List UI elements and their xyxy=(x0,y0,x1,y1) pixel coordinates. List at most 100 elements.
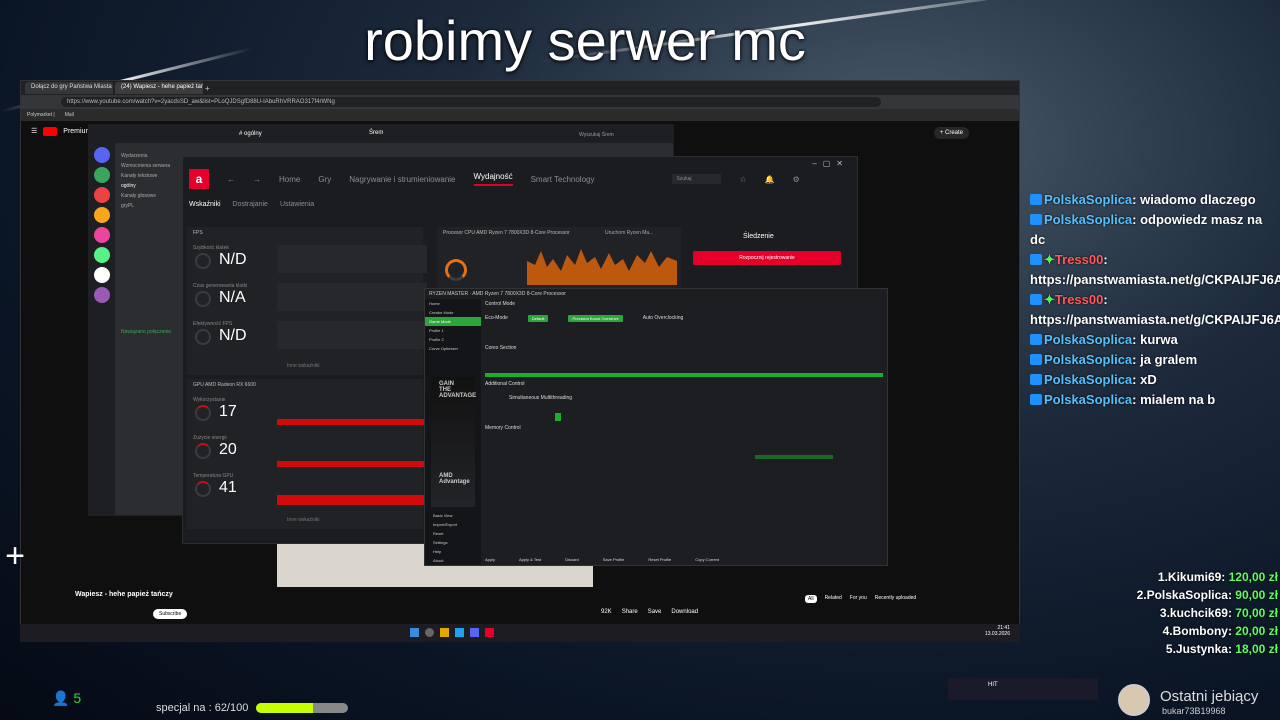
more-metrics-link[interactable]: Inne wskaźniki xyxy=(287,517,320,523)
sparkle-icon: ✦ xyxy=(1044,292,1055,307)
amd-advantage-ad[interactable]: GAIN THE ADVANTAGE AMD Advantage xyxy=(431,377,477,507)
ryzen-master-window: RYZEN MASTER · AMD Ryzen 7 7800X3D 8-Cor… xyxy=(424,288,888,566)
create-button[interactable]: + Create xyxy=(933,127,969,139)
copy-current-button[interactable]: Copy Current xyxy=(695,557,719,562)
adrenalin-search-input[interactable]: Szukaj xyxy=(672,174,722,184)
filter-chip[interactable]: Related xyxy=(825,595,842,603)
nav-recording[interactable]: Nagrywanie i strumieniowanie xyxy=(349,175,455,184)
chat-username: Tress00 xyxy=(1054,292,1104,307)
gear-icon[interactable]: ⚙ xyxy=(793,175,800,184)
donor-name: 4.Bombony: xyxy=(1162,624,1232,638)
tab-settings[interactable]: Ustawienia xyxy=(280,201,314,215)
star-icon[interactable]: ☆ xyxy=(739,175,746,184)
ryzen-master-sidebar: Home Creator Mode Game Mode Profile 1 Pr… xyxy=(425,299,481,565)
share-button[interactable]: Share xyxy=(622,609,638,615)
rm-menu-item[interactable]: Creator Mode xyxy=(425,308,481,317)
chat-message: PolskaSoplica: wiadomo dlaczego xyxy=(1030,190,1278,210)
rm-menu-item[interactable]: Curve Optimizer xyxy=(425,344,481,353)
server-icon[interactable] xyxy=(94,287,110,303)
goal-progress-bar xyxy=(256,703,348,713)
forward-icon[interactable]: → xyxy=(253,175,261,184)
server-icon[interactable] xyxy=(94,267,110,283)
server-icon[interactable] xyxy=(94,167,110,183)
save-profile-button[interactable]: Save Profile xyxy=(603,557,625,562)
nav-performance[interactable]: Wydajność xyxy=(473,172,513,186)
menu-icon[interactable]: ☰ xyxy=(31,127,37,135)
browser-tab[interactable]: Dołącz do gry Państwa Miasta xyxy=(25,82,113,94)
rm-menu-item[interactable]: Profile 2 xyxy=(425,335,481,344)
rm-menu-item[interactable]: Settings xyxy=(429,538,461,547)
rm-menu-item[interactable]: Home xyxy=(425,299,481,308)
rm-menu-item-selected[interactable]: Game Mode xyxy=(425,317,481,326)
avatar xyxy=(1118,684,1150,716)
discard-button[interactable]: Discard xyxy=(565,557,579,562)
chat-message: PolskaSoplica: kurwa xyxy=(1030,330,1278,350)
badge-icon xyxy=(1030,334,1042,345)
apply-button[interactable]: Apply xyxy=(485,557,495,562)
donation-entry: 2.PolskaSoplica: 90,00 zł xyxy=(1137,586,1278,604)
mode-option[interactable]: Eco-Mode xyxy=(485,315,508,322)
nav-smart-technology[interactable]: Smart Technology xyxy=(531,175,595,184)
search-icon[interactable] xyxy=(425,628,434,637)
tab-tuning[interactable]: Dostrajanie xyxy=(233,201,268,215)
filter-chip[interactable]: Recently uploaded xyxy=(875,595,916,603)
ad-title: GAIN THE ADVANTAGE xyxy=(439,381,477,399)
reset-profile-button[interactable]: Reset Profile xyxy=(648,557,671,562)
app-icon[interactable] xyxy=(440,628,449,637)
nav-games[interactable]: Gry xyxy=(318,175,331,184)
mode-option-selected[interactable]: Default xyxy=(527,315,549,322)
ad-brand: AMD Advantage xyxy=(439,473,470,485)
discord-search-input[interactable]: Wyszukaj Śrem xyxy=(575,131,618,139)
nav-home[interactable]: Home xyxy=(279,175,300,184)
rm-menu-item[interactable]: Import/Export xyxy=(429,520,461,529)
new-tab-icon[interactable]: + xyxy=(205,84,210,93)
temp-graph xyxy=(277,495,427,505)
cpu-panel: Procesor CPU AMD Ryzen 7 7800X3D 8-Core … xyxy=(437,227,681,289)
app-icon[interactable] xyxy=(485,628,494,637)
server-icon[interactable] xyxy=(94,187,110,203)
mode-option[interactable]: Precision Boost Overdrive xyxy=(568,315,623,322)
rm-menu-item[interactable]: Reset xyxy=(429,529,461,538)
youtube-logo-icon[interactable] xyxy=(43,126,58,136)
server-icon[interactable] xyxy=(94,207,110,223)
rm-menu-item[interactable]: Help xyxy=(429,547,461,556)
rm-menu-item[interactable]: About xyxy=(429,556,461,565)
browser-tab-active[interactable]: (24) Wapiesz - hehe papież tańczy xyxy=(115,82,203,94)
more-metrics-link[interactable]: Inne wskaźniki xyxy=(287,363,320,369)
gpu-power-metric: Zużycie energii 20 xyxy=(193,435,237,459)
bell-icon[interactable]: 🔔 xyxy=(765,175,775,184)
ryzen-master-link[interactable]: Uruchom Ryzen Ma... xyxy=(605,230,653,236)
rm-menu-item[interactable]: Profile 1 xyxy=(425,326,481,335)
app-icon[interactable] xyxy=(470,628,479,637)
tab-metrics[interactable]: Wskaźniki xyxy=(189,201,221,215)
taskbar-icons xyxy=(410,628,494,637)
windows-start-icon[interactable] xyxy=(410,628,419,637)
sparkle-icon: ✦ xyxy=(1044,252,1055,267)
filter-chip[interactable]: For you xyxy=(850,595,867,603)
window-controls[interactable]: –▢✕ xyxy=(812,159,849,168)
server-icon[interactable] xyxy=(94,147,110,163)
donation-entry: 3.kuchcik69: 70,00 zł xyxy=(1137,604,1278,622)
slider-track[interactable] xyxy=(555,413,561,421)
url-field[interactable]: https://www.youtube.com/watch?v=2yacdsSD… xyxy=(61,97,881,107)
back-icon[interactable]: ← xyxy=(227,175,235,184)
mode-option[interactable]: Auto Overclocking xyxy=(643,315,684,322)
bookmark-item[interactable]: Polymarket | xyxy=(27,112,55,118)
save-button[interactable]: Save xyxy=(648,609,662,615)
filter-chip[interactable]: All xyxy=(805,595,817,603)
download-button[interactable]: Download xyxy=(671,609,698,615)
rm-menu-item[interactable]: Basic View xyxy=(429,511,461,520)
apply-test-button[interactable]: Apply & Test xyxy=(519,557,541,562)
taskbar-clock[interactable]: 21:41 13.03.2026 xyxy=(985,625,1010,637)
rm-bottom-menu: Basic View Import/Export Reset Settings … xyxy=(425,509,465,567)
subscribe-button[interactable]: Subscribe xyxy=(153,609,188,619)
server-icon[interactable] xyxy=(94,247,110,263)
server-icon[interactable] xyxy=(94,227,110,243)
start-recording-button[interactable]: Rozpocznij rejestrowanie xyxy=(693,251,841,265)
memory-control-row: Memory Control xyxy=(485,425,881,431)
metric-value: N/D xyxy=(219,251,247,268)
chat-message: ✦Tress00: https://panstwamiasta.net/g/CKP… xyxy=(1030,250,1280,290)
app-icon[interactable] xyxy=(455,628,464,637)
like-count[interactable]: 92K xyxy=(601,609,612,615)
bookmark-item[interactable]: Mail xyxy=(65,112,74,118)
